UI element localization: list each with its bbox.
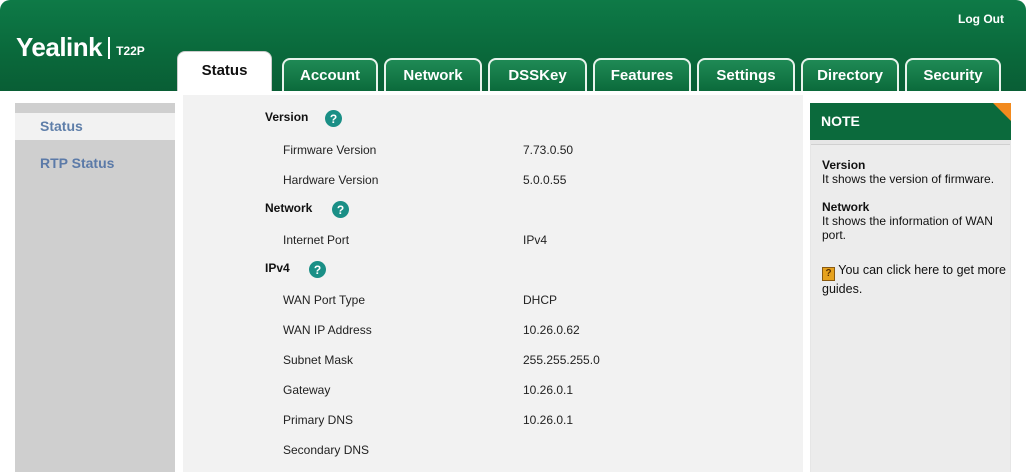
section-title-network: Network: [265, 201, 313, 215]
row-value-wan-port-type: DHCP: [523, 293, 558, 307]
sidebar-item-status[interactable]: Status: [15, 113, 175, 140]
row-value-internet-port: IPv4: [523, 233, 548, 247]
row-label-firmware-version: Firmware Version: [283, 143, 377, 157]
logout-link[interactable]: Log Out: [958, 12, 1004, 26]
tab-network[interactable]: Network: [384, 58, 482, 91]
row-label-hardware-version: Hardware Version: [283, 173, 379, 187]
status-content: Version ? Firmware Version 7.73.0.50 Har…: [183, 95, 803, 472]
help-icon-version[interactable]: ?: [325, 110, 342, 127]
row-value-subnet-mask: 255.255.255.0: [523, 353, 600, 367]
row-label-secondary-dns: Secondary DNS: [283, 443, 370, 457]
row-value-hardware-version: 5.0.0.55: [523, 173, 567, 187]
tab-settings[interactable]: Settings: [697, 58, 795, 91]
row-label-wan-port-type: WAN Port Type: [283, 293, 366, 307]
sidebar-item-rtp-status[interactable]: RTP Status: [15, 150, 175, 177]
logo-divider: [108, 36, 111, 59]
note-network-title: Network: [822, 200, 870, 214]
note-guide-text[interactable]: You can click here to get more guides.: [822, 263, 1006, 296]
note-version-text: It shows the version of firmware.: [822, 172, 995, 186]
row-value-firmware-version: 7.73.0.50: [523, 143, 574, 157]
guide-book-icon[interactable]: ?: [822, 267, 835, 281]
row-value-gateway: 10.26.0.1: [523, 383, 574, 397]
help-icon-ipv4[interactable]: ?: [309, 261, 326, 278]
tab-dsskey[interactable]: DSSKey: [488, 58, 587, 91]
note-version-title: Version: [822, 158, 866, 172]
row-value-wan-ip-address: 10.26.0.62: [523, 323, 580, 337]
row-label-wan-ip-address: WAN IP Address: [283, 323, 372, 337]
note-version: Version It shows the version of firmware…: [822, 158, 1007, 186]
note-title: NOTE: [810, 103, 1011, 140]
tab-security[interactable]: Security: [905, 58, 1001, 91]
section-title-version: Version: [265, 110, 309, 124]
row-label-subnet-mask: Subnet Mask: [283, 353, 354, 367]
note-corner-fold: [993, 103, 1011, 121]
note-network-text: It shows the information of WAN port.: [822, 214, 993, 242]
row-value-primary-dns: 10.26.0.1: [523, 413, 574, 427]
tab-account[interactable]: Account: [282, 58, 378, 91]
row-label-primary-dns: Primary DNS: [283, 413, 354, 427]
tab-features[interactable]: Features: [593, 58, 691, 91]
note-network: Network It shows the information of WAN …: [822, 200, 1007, 242]
row-label-internet-port: Internet Port: [283, 233, 350, 247]
model-name: T22P: [116, 43, 145, 58]
tab-status[interactable]: Status: [177, 51, 272, 91]
note-panel: NOTE Version It shows the version of fir…: [810, 103, 1011, 472]
note-body: Version It shows the version of firmware…: [811, 144, 1010, 472]
brand-name: Yealink: [16, 32, 103, 62]
help-icon-network[interactable]: ?: [332, 201, 349, 218]
row-label-gateway: Gateway: [283, 383, 331, 397]
note-guide-link[interactable]: ? You can click here to get more guides.: [822, 262, 1007, 297]
tab-directory[interactable]: Directory: [801, 58, 899, 91]
section-title-ipv4: IPv4: [265, 261, 290, 275]
top-header: Log Out Yealink T22P Status Account Netw…: [0, 0, 1026, 91]
left-sidebar: Status RTP Status: [15, 103, 175, 472]
yealink-logo: Yealink T22P: [16, 32, 145, 63]
